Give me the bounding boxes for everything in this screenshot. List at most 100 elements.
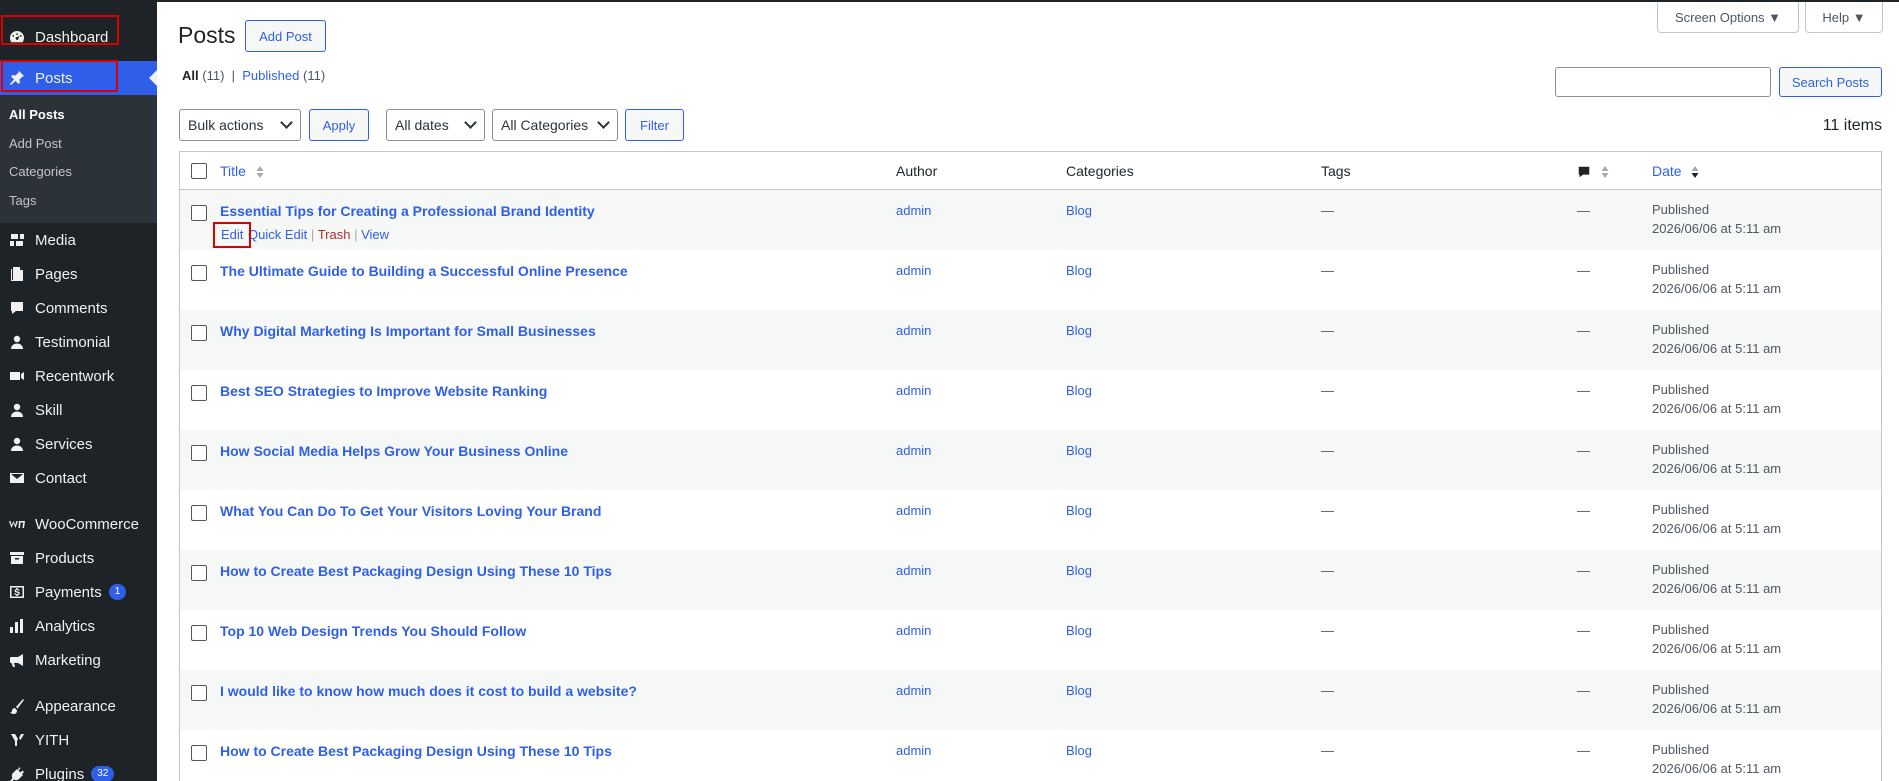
edit-link[interactable]: Edit xyxy=(220,227,244,242)
category-link[interactable]: Blog xyxy=(1066,263,1092,278)
sidebar-item-testimonial[interactable]: Testimonial xyxy=(0,325,157,359)
row-checkbox[interactable] xyxy=(191,625,207,641)
date-cell: Published 2026/06/06 at 5:11 am xyxy=(1652,620,1781,658)
sidebar-item-media[interactable]: Media xyxy=(0,223,157,257)
sidebar-item-plugins[interactable]: Plugins 32 xyxy=(0,757,157,781)
table-row: Why Digital Marketing Is Important for S… xyxy=(180,310,1881,370)
chevron-down-icon xyxy=(280,116,293,129)
filter-published[interactable]: Published xyxy=(242,68,299,83)
post-title-link[interactable]: How to Create Best Packaging Design Usin… xyxy=(220,743,612,759)
bulk-actions-select[interactable]: Bulk actions xyxy=(179,109,301,141)
post-date: 2026/06/06 at 5:11 am xyxy=(1652,461,1782,476)
author-link[interactable]: admin xyxy=(896,323,931,338)
sidebar-item-dashboard[interactable]: Dashboard xyxy=(0,15,157,59)
row-checkbox[interactable] xyxy=(191,205,207,221)
category-link[interactable]: Blog xyxy=(1066,383,1092,398)
sidebar-item-woocommerce[interactable]: WooCommerce xyxy=(0,507,157,541)
search-posts-input[interactable] xyxy=(1555,67,1771,97)
sidebar-item-contact[interactable]: Contact xyxy=(0,461,157,495)
comments-value: — xyxy=(1577,623,1590,638)
sidebar-item-recentwork[interactable]: Recentwork xyxy=(0,359,157,393)
filter-button[interactable]: Filter xyxy=(625,109,684,141)
post-date: 2026/06/06 at 5:11 am xyxy=(1652,221,1782,236)
comments-value: — xyxy=(1577,383,1590,398)
select-all-checkbox[interactable] xyxy=(191,163,207,179)
tags-value: — xyxy=(1321,503,1334,518)
page-title: Posts xyxy=(178,22,236,48)
author-link[interactable]: admin xyxy=(896,563,931,578)
categories-select[interactable]: All Categories xyxy=(492,109,618,141)
submenu-add-post[interactable]: Add Post xyxy=(0,130,157,159)
dates-select[interactable]: All dates xyxy=(386,109,485,141)
author-link[interactable]: admin xyxy=(896,623,931,638)
author-link[interactable]: admin xyxy=(896,203,931,218)
post-title-link[interactable]: How Social Media Helps Grow Your Busines… xyxy=(220,443,568,459)
sidebar-item-appearance[interactable]: Appearance xyxy=(0,689,157,723)
table-row: I would like to know how much does it co… xyxy=(180,670,1881,730)
date-cell: Published 2026/06/06 at 5:11 am xyxy=(1652,680,1781,718)
category-link[interactable]: Blog xyxy=(1066,203,1092,218)
row-checkbox[interactable] xyxy=(191,445,207,461)
post-title-link[interactable]: How to Create Best Packaging Design Usin… xyxy=(220,563,612,579)
submenu-all-posts[interactable]: All Posts xyxy=(0,101,157,130)
author-link[interactable]: admin xyxy=(896,443,931,458)
view-link[interactable]: View xyxy=(361,227,389,242)
sidebar-item-payments[interactable]: Payments 1 xyxy=(0,575,157,609)
row-checkbox[interactable] xyxy=(191,565,207,581)
author-link[interactable]: admin xyxy=(896,683,931,698)
sidebar-item-products[interactable]: Products xyxy=(0,541,157,575)
row-checkbox[interactable] xyxy=(191,265,207,281)
sidebar-item-yith[interactable]: YITH xyxy=(0,723,157,757)
table-body: Essential Tips for Creating a Profession… xyxy=(180,190,1881,781)
row-checkbox[interactable] xyxy=(191,325,207,341)
post-title-link[interactable]: Best SEO Strategies to Improve Website R… xyxy=(220,383,547,399)
sidebar-item-pages[interactable]: Pages xyxy=(0,257,157,291)
sidebar-item-comments[interactable]: Comments xyxy=(0,291,157,325)
category-link[interactable]: Blog xyxy=(1066,323,1092,338)
apply-button[interactable]: Apply xyxy=(309,109,369,141)
filter-all[interactable]: All xyxy=(182,68,199,83)
sidebar-item-marketing[interactable]: Marketing xyxy=(0,643,157,677)
sidebar-item-services[interactable]: Services xyxy=(0,427,157,461)
screen-options-tab[interactable]: Screen Options ▼ xyxy=(1657,2,1799,33)
sidebar-item-analytics[interactable]: Analytics xyxy=(0,609,157,643)
date-cell: Published 2026/06/06 at 5:11 am xyxy=(1652,740,1781,778)
post-title-link[interactable]: What You Can Do To Get Your Visitors Lov… xyxy=(220,503,601,519)
post-title-link[interactable]: I would like to know how much does it co… xyxy=(220,683,637,699)
sidebar-item-skill[interactable]: Skill xyxy=(0,393,157,427)
category-link[interactable]: Blog xyxy=(1066,443,1092,458)
post-title-link[interactable]: The Ultimate Guide to Building a Success… xyxy=(220,263,628,279)
add-post-button[interactable]: Add Post xyxy=(245,20,326,52)
search-posts-button[interactable]: Search Posts xyxy=(1779,67,1882,97)
column-comments[interactable] xyxy=(1577,163,1609,179)
category-link[interactable]: Blog xyxy=(1066,623,1092,638)
author-link[interactable]: admin xyxy=(896,503,931,518)
post-title-link[interactable]: Why Digital Marketing Is Important for S… xyxy=(220,323,596,339)
row-checkbox[interactable] xyxy=(191,505,207,521)
quick-edit-link[interactable]: Quick Edit xyxy=(248,227,307,242)
row-checkbox[interactable] xyxy=(191,385,207,401)
column-date[interactable]: Date xyxy=(1652,163,1699,179)
post-date: 2026/06/06 at 5:11 am xyxy=(1652,521,1782,536)
post-title-link[interactable]: Essential Tips for Creating a Profession… xyxy=(220,203,595,219)
filter-published-count: (11) xyxy=(303,68,326,83)
row-checkbox[interactable] xyxy=(191,685,207,701)
author-link[interactable]: admin xyxy=(896,263,931,278)
author-link[interactable]: admin xyxy=(896,383,931,398)
sidebar-item-posts[interactable]: Posts xyxy=(0,61,157,95)
row-checkbox[interactable] xyxy=(191,745,207,761)
submenu-tags[interactable]: Tags xyxy=(0,187,157,216)
submenu-categories[interactable]: Categories xyxy=(0,158,157,187)
sidebar-item-label: Recentwork xyxy=(35,367,115,385)
category-link[interactable]: Blog xyxy=(1066,683,1092,698)
category-link[interactable]: Blog xyxy=(1066,563,1092,578)
post-status: Published xyxy=(1652,742,1710,757)
post-title-link[interactable]: Top 10 Web Design Trends You Should Foll… xyxy=(220,623,526,639)
trash-link[interactable]: Trash xyxy=(318,227,351,242)
help-tab[interactable]: Help ▼ xyxy=(1805,2,1883,33)
category-link[interactable]: Blog xyxy=(1066,503,1092,518)
author-link[interactable]: admin xyxy=(896,743,931,758)
column-title[interactable]: Title xyxy=(220,163,264,179)
category-link[interactable]: Blog xyxy=(1066,743,1092,758)
post-date: 2026/06/06 at 5:11 am xyxy=(1652,641,1782,656)
